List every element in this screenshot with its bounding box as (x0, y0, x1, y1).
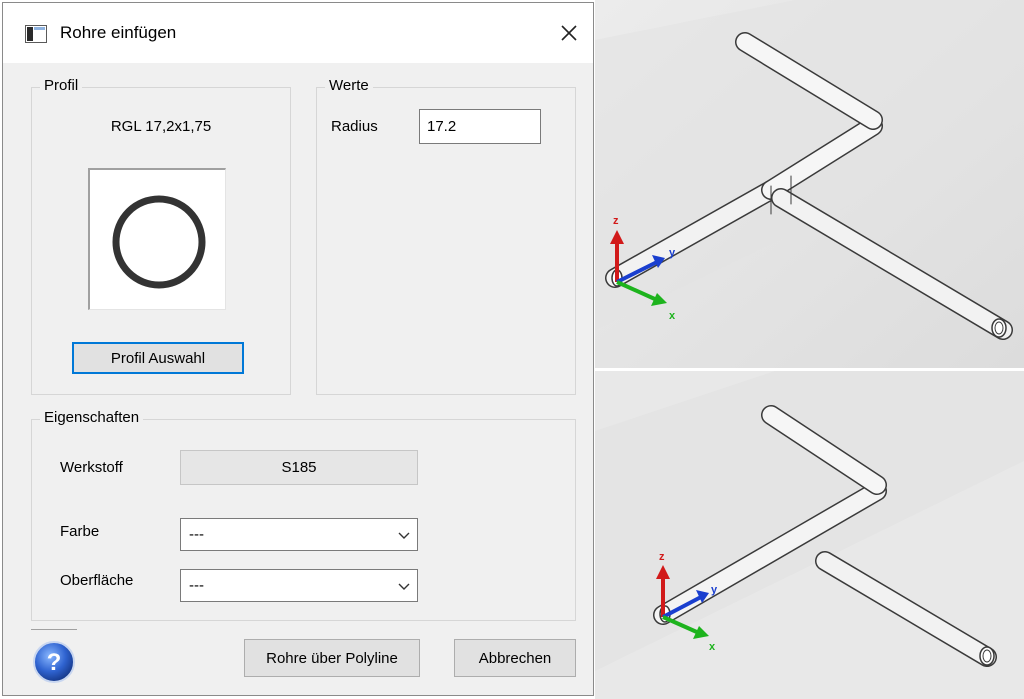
properties-group: Eigenschaften Werkstoff S185 Farbe --- O… (31, 409, 576, 621)
3d-viewport-bottom[interactable]: z y x (595, 371, 1024, 699)
x-axis-label: x (709, 641, 716, 653)
profile-group: Profil RGL 17,2x1,75 Profil Auswahl (31, 77, 291, 395)
cancel-button[interactable]: Abbrechen (454, 639, 576, 677)
z-axis-label: z (613, 215, 619, 227)
rohre-einfuegen-dialog: Rohre einfügen Profil RGL 17,2x1,75 Prof… (2, 2, 594, 696)
color-label: Farbe (60, 523, 100, 540)
chevron-down-icon (398, 532, 410, 539)
z-axis-label: z (659, 551, 665, 563)
chevron-down-icon (398, 583, 410, 590)
profile-preview (88, 168, 226, 310)
profile-select-button[interactable]: Profil Auswahl (72, 342, 244, 374)
separator (31, 629, 77, 630)
properties-group-label: Eigenschaften (40, 409, 144, 426)
window-icon (25, 25, 47, 43)
3d-viewport-top[interactable]: z y x (595, 0, 1024, 368)
profile-name: RGL 17,2x1,75 (110, 118, 212, 135)
values-group: Werte Radius 17.2 (316, 77, 576, 395)
material-value: S185 (180, 450, 418, 485)
svg-text:?: ? (47, 649, 62, 676)
surface-label: Oberfläche (60, 572, 134, 589)
radius-input[interactable]: 17.2 (419, 109, 541, 144)
surface-dropdown[interactable]: --- (180, 569, 418, 602)
surface-dropdown-value: --- (189, 577, 204, 594)
material-label: Werkstoff (60, 459, 123, 476)
pipes-over-polyline-button[interactable]: Rohre über Polyline (244, 639, 420, 677)
close-icon[interactable] (555, 19, 583, 47)
y-axis-label: y (711, 584, 718, 596)
values-group-label: Werte (325, 77, 373, 94)
x-axis-label: x (669, 310, 676, 322)
profile-group-label: Profil (40, 77, 83, 94)
color-dropdown-value: --- (189, 526, 204, 543)
pipe-cross-section-icon (112, 195, 206, 289)
title-bar: Rohre einfügen (3, 3, 593, 63)
radius-label: Radius (331, 118, 378, 135)
color-dropdown[interactable]: --- (180, 518, 418, 551)
dialog-title: Rohre einfügen (60, 23, 177, 42)
help-icon[interactable]: ? (31, 639, 77, 685)
y-axis-label: y (669, 247, 676, 259)
